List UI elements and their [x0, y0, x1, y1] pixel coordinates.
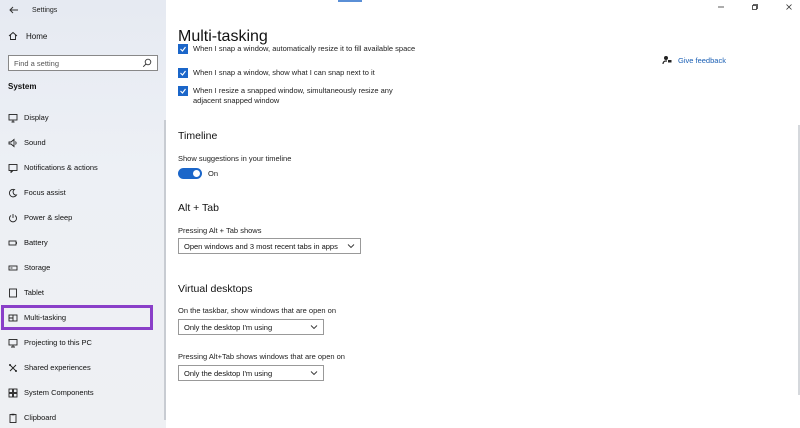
checkmark-icon: [180, 46, 186, 52]
feedback-label: Give feedback: [678, 55, 726, 65]
minimize-button[interactable]: [716, 2, 726, 12]
alt-tab-heading: Alt + Tab: [178, 202, 219, 214]
close-icon: [786, 4, 792, 10]
dropdown-value: Only the desktop I'm using: [184, 322, 273, 332]
home-label: Home: [26, 31, 48, 41]
sidebar-item-sound[interactable]: Sound: [0, 130, 166, 155]
sidebar-item-projecting[interactable]: Projecting to this PC: [0, 330, 166, 355]
checkmark-icon: [180, 70, 186, 76]
checkbox-label: When I resize a snapped window, simultan…: [193, 86, 393, 105]
taskbar-desktop-dropdown[interactable]: Only the desktop I'm using: [178, 319, 324, 335]
tablet-icon: [8, 288, 18, 298]
sidebar-item-label: Storage: [24, 263, 51, 272]
sidebar-item-label: Shared experiences: [24, 363, 91, 372]
sound-icon: [8, 138, 18, 148]
search-icon: [142, 58, 152, 68]
main-content: Multi-tasking Give feedback When I snap …: [166, 0, 800, 428]
checkmark-icon: [180, 88, 186, 94]
window-controls: [716, 2, 794, 12]
alt-tab-label: Pressing Alt + Tab shows: [178, 226, 262, 235]
sidebar-item-label: Tablet: [24, 288, 45, 297]
sidebar-item-focus-assist[interactable]: Focus assist: [0, 180, 166, 205]
sidebar-item-shared-experiences[interactable]: Shared experiences: [0, 355, 166, 380]
minimize-icon: [718, 6, 724, 8]
home-icon: [8, 31, 18, 41]
timeline-heading: Timeline: [178, 130, 218, 142]
timeline-toggle[interactable]: [178, 168, 202, 179]
sidebar-item-tablet[interactable]: Tablet: [0, 280, 166, 305]
dropdown-value: Only the desktop I'm using: [184, 368, 273, 378]
sidebar-item-label: Sound: [24, 138, 46, 147]
sidebar-item-battery[interactable]: Battery: [0, 230, 166, 255]
section-label-system: System: [8, 82, 37, 91]
sidebar-item-label: System Components: [24, 388, 94, 397]
give-feedback-link[interactable]: Give feedback: [662, 55, 726, 65]
checkbox[interactable]: [178, 44, 188, 54]
back-arrow-icon: [9, 6, 18, 14]
feedback-icon: [662, 56, 672, 65]
chevron-down-icon: [310, 371, 318, 376]
sidebar-item-multitasking[interactable]: Multi-tasking: [1, 305, 153, 330]
sidebar-item-label: Projecting to this PC: [24, 338, 92, 347]
timeline-toggle-row: On: [178, 168, 218, 179]
search-placeholder: Find a setting: [14, 58, 60, 68]
power-icon: [8, 213, 18, 223]
close-button[interactable]: [784, 2, 794, 12]
sidebar-item-label: Power & sleep: [24, 213, 73, 222]
sidebar-item-label: Battery: [24, 238, 48, 247]
sidebar: Settings Home Find a setting System Disp…: [0, 0, 166, 428]
toggle-state: On: [208, 169, 219, 178]
focus-assist-icon: [8, 188, 18, 198]
sidebar-item-label: Notifications & actions: [24, 163, 98, 172]
title-bar: Settings: [0, 0, 166, 20]
virtual-desktops-heading: Virtual desktops: [178, 283, 253, 295]
back-button[interactable]: [2, 0, 26, 20]
sidebar-item-label: Focus assist: [24, 188, 66, 197]
multitasking-icon: [8, 313, 18, 323]
maximize-button[interactable]: [750, 2, 760, 12]
notifications-icon: [8, 163, 18, 173]
restore-icon: [752, 4, 758, 10]
clipboard-icon: [8, 413, 18, 423]
sidebar-item-display[interactable]: Display: [0, 105, 166, 130]
checkbox-label: When I snap a window, automatically resi…: [193, 44, 416, 53]
checkbox[interactable]: [178, 86, 188, 96]
alt-tab-dropdown[interactable]: Open windows and 3 most recent tabs in a…: [178, 238, 361, 254]
taskbar-label: On the taskbar, show windows that are op…: [178, 306, 337, 315]
sidebar-item-notifications[interactable]: Notifications & actions: [0, 155, 166, 180]
dropdown-value: Open windows and 3 most recent tabs in a…: [184, 241, 338, 251]
home-link[interactable]: Home: [8, 31, 47, 41]
sidebar-nav: Display Sound Notifications & actions Fo…: [0, 105, 166, 428]
shared-experiences-icon: [8, 363, 18, 373]
sidebar-item-label: Multi-tasking: [24, 313, 67, 322]
checkbox[interactable]: [178, 68, 188, 78]
sidebar-item-system-components[interactable]: System Components: [0, 380, 166, 405]
storage-icon: [8, 263, 18, 273]
alttab-desktop-label: Pressing Alt+Tab shows windows that are …: [178, 352, 345, 361]
system-components-icon: [8, 388, 18, 398]
checkbox-label: When I snap a window, show what I can sn…: [193, 68, 375, 77]
snap-option-resize-adjacent[interactable]: When I resize a snapped window, simultan…: [178, 86, 423, 106]
sidebar-item-label: Display: [24, 113, 49, 122]
search-input[interactable]: Find a setting: [8, 55, 158, 71]
alttab-desktop-dropdown[interactable]: Only the desktop I'm using: [178, 365, 324, 381]
snap-option-resize-fill[interactable]: When I snap a window, automatically resi…: [178, 44, 423, 54]
sidebar-item-storage[interactable]: Storage: [0, 255, 166, 280]
chevron-down-icon: [347, 244, 355, 249]
toggle-knob: [193, 170, 200, 177]
snap-option-show-next[interactable]: When I snap a window, show what I can sn…: [178, 68, 423, 78]
sidebar-item-power-sleep[interactable]: Power & sleep: [0, 205, 166, 230]
sidebar-item-label: Clipboard: [24, 413, 57, 422]
battery-icon: [8, 238, 18, 248]
top-accent-bar: [338, 0, 362, 2]
sidebar-item-clipboard[interactable]: Clipboard: [0, 405, 166, 428]
projecting-icon: [8, 338, 18, 348]
timeline-label: Show suggestions in your timeline: [178, 154, 292, 163]
chevron-down-icon: [310, 325, 318, 330]
display-icon: [8, 113, 18, 123]
app-title: Settings: [32, 6, 58, 14]
